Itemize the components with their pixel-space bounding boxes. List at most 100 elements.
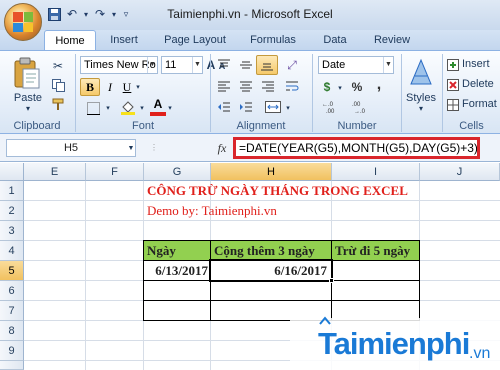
name-box[interactable]: H5 [6, 139, 136, 157]
borders-dropdown-icon[interactable]: ▾ [104, 100, 112, 116]
tab-data[interactable]: Data [318, 30, 352, 50]
decrease-indent-icon[interactable] [214, 98, 234, 116]
number-format-combo[interactable]: Date ▼ [318, 56, 394, 74]
tab-home[interactable]: Home [44, 30, 96, 50]
column-header-j[interactable]: J [420, 163, 500, 181]
underline-dropdown-icon[interactable]: ▾ [134, 78, 142, 96]
name-box-dropdown-icon[interactable]: ▼ [126, 141, 136, 155]
row-header-4[interactable]: 4 [0, 241, 24, 261]
paste-icon[interactable] [10, 56, 44, 90]
delete-cells-icon[interactable] [446, 78, 460, 92]
delete-cells-button[interactable]: Delete [462, 78, 500, 90]
table-header-ngay[interactable]: Ngày [147, 243, 176, 259]
formula-input[interactable]: =DATE(YEAR(G5),MONTH(G5),DAY(G5)+3) [233, 137, 480, 159]
chevron-down-icon: ▼ [383, 57, 393, 73]
insert-cells-icon[interactable] [446, 58, 460, 72]
increase-decimal-icon[interactable]: ←.0.00 [320, 98, 346, 116]
sheet-title: CÔNG TRỪ NGÀY THÁNG TRONG EXCEL [147, 183, 408, 198]
row-header-1[interactable]: 1 [0, 181, 24, 201]
column-header-f[interactable]: F [86, 163, 144, 181]
percent-button[interactable]: % [348, 78, 366, 96]
insert-function-icon[interactable]: fx [212, 139, 232, 157]
tab-formulas[interactable]: Formulas [244, 30, 302, 50]
fill-handle[interactable] [329, 278, 334, 283]
column-header-e[interactable]: E [24, 163, 86, 181]
format-cells-icon[interactable] [446, 98, 460, 112]
formula-bar-grip-icon: ⋮ [150, 143, 158, 152]
column-header-i[interactable]: I [332, 163, 420, 181]
column-header-h[interactable]: H [211, 163, 332, 181]
orientation-icon[interactable]: ⤢ [282, 56, 302, 74]
copy-icon[interactable] [50, 77, 66, 93]
increase-indent-icon[interactable] [236, 98, 256, 116]
paste-dropdown-icon[interactable]: ▾ [10, 104, 46, 113]
styles-icon[interactable] [406, 56, 436, 90]
font-color-dropdown-icon[interactable]: ▾ [166, 100, 174, 116]
row-header-9[interactable]: 9 [0, 341, 24, 361]
styles-button[interactable]: Styles [402, 92, 440, 104]
font-group-label: Font [131, 120, 154, 132]
svg-text:.00: .00 [352, 102, 361, 108]
borders-icon[interactable] [84, 100, 102, 116]
cell-g5[interactable]: 6/13/2017 [144, 263, 210, 279]
merge-dropdown-icon[interactable]: ▾ [284, 100, 292, 116]
office-logo-icon [13, 12, 33, 32]
table-header-tru-di[interactable]: Trừ đi 5 ngày [335, 243, 410, 259]
format-cells-button[interactable]: Format [462, 98, 500, 110]
row-header-6[interactable]: 6 [0, 281, 24, 301]
format-painter-icon[interactable] [50, 96, 66, 112]
row-header-10[interactable] [0, 361, 24, 370]
tab-insert[interactable]: Insert [104, 30, 144, 50]
font-color-swatch [150, 112, 166, 116]
decrease-decimal-icon[interactable]: .00 →.0 [350, 98, 376, 116]
underline-button[interactable]: U [120, 78, 134, 96]
fill-color-icon[interactable] [118, 98, 138, 116]
watermark-suffix: .vn [469, 345, 491, 362]
cut-icon[interactable]: ✂ [50, 58, 66, 74]
watermark-brand: Taimienphi [318, 326, 470, 361]
currency-button[interactable]: $ [318, 78, 336, 96]
merge-center-icon[interactable] [262, 98, 284, 116]
comma-button[interactable]: , [370, 76, 388, 94]
row-header-2[interactable]: 2 [0, 201, 24, 221]
wrap-text-icon[interactable] [282, 77, 302, 95]
clipboard-group-label: Clipboard [13, 120, 61, 132]
currency-dropdown-icon[interactable]: ▾ [336, 80, 344, 96]
row-header-7[interactable]: 7 [0, 301, 24, 321]
row-header-8[interactable]: 8 [0, 321, 24, 341]
column-header-g[interactable]: G [144, 163, 211, 181]
gridline [85, 181, 86, 370]
insert-cells-button[interactable]: Insert [462, 58, 500, 70]
align-top-icon[interactable] [214, 56, 234, 74]
font-name-combo[interactable]: Times New Ro ▼ [80, 56, 158, 74]
paste-button[interactable]: Paste [10, 92, 46, 104]
gridline [24, 220, 500, 221]
italic-button[interactable]: I [102, 78, 118, 96]
sheet-subtitle: Demo by: Taimienphi.vn [147, 203, 277, 218]
font-size-combo[interactable]: 11 ▼ [161, 56, 203, 74]
tab-review[interactable]: Review [368, 30, 416, 50]
number-group-label: Number [337, 120, 377, 132]
svg-text:→.0: →.0 [354, 109, 366, 114]
svg-text:.00: .00 [326, 109, 335, 114]
fill-color-dropdown-icon[interactable]: ▾ [138, 100, 146, 116]
table-border [143, 240, 144, 321]
bold-button[interactable]: B [80, 78, 100, 96]
table-header-cong-them[interactable]: Cộng thêm 3 ngày [214, 243, 315, 259]
row-header-3[interactable]: 3 [0, 221, 24, 241]
chevron-down-icon: ▼ [192, 57, 202, 73]
select-all-corner[interactable] [0, 163, 24, 181]
row-header-5[interactable]: 5 [0, 261, 24, 281]
align-right-icon[interactable] [258, 77, 278, 95]
window-title: Taimienphi.vn - Microsoft Excel [167, 7, 333, 21]
svg-text:←.0: ←.0 [322, 102, 334, 108]
office-button[interactable] [4, 3, 42, 41]
styles-dropdown-icon[interactable]: ▾ [402, 104, 440, 113]
align-left-icon[interactable] [214, 77, 234, 95]
font-color-icon[interactable]: A [150, 97, 166, 111]
active-cell-selection [209, 259, 333, 282]
tab-page-layout[interactable]: Page Layout [160, 30, 230, 50]
align-bottom-icon[interactable] [256, 55, 278, 75]
align-middle-icon[interactable] [236, 56, 256, 74]
align-center-icon[interactable] [236, 77, 256, 95]
